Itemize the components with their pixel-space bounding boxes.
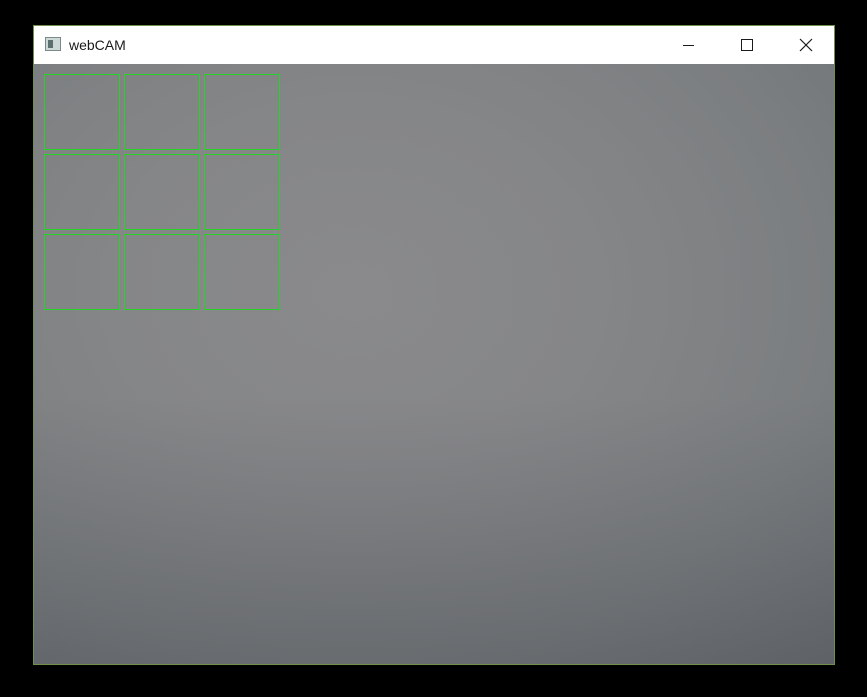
grid-cell-r1c1 [44, 74, 120, 150]
maximize-icon [741, 39, 753, 51]
grid-cell-r3c3 [204, 234, 280, 310]
minimize-button[interactable] [659, 26, 717, 64]
webcam-window: webCAM [33, 25, 835, 665]
grid-cell-r2c3 [204, 154, 280, 230]
grid-cell-r2c1 [44, 154, 120, 230]
maximize-button[interactable] [717, 26, 775, 64]
grid-cell-r1c3 [204, 74, 280, 150]
grid-cell-r2c2 [124, 154, 200, 230]
grid-cell-r3c1 [44, 234, 120, 310]
grid-cell-r1c2 [124, 74, 200, 150]
close-icon [799, 38, 813, 52]
title-bar[interactable]: webCAM [34, 26, 834, 64]
camera-feed [34, 64, 834, 664]
app-window-icon [45, 37, 61, 51]
minimize-icon [683, 45, 694, 46]
close-button[interactable] [776, 26, 834, 64]
window-title: webCAM [69, 37, 126, 53]
grid-cell-r3c2 [124, 234, 200, 310]
